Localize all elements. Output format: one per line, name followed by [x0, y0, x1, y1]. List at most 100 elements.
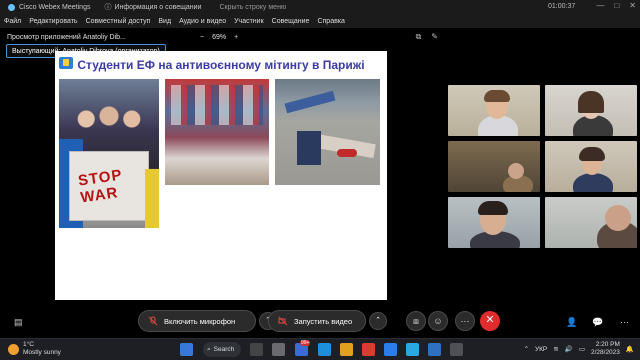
- zoom-controls: − 69% +: [200, 34, 238, 41]
- microphone-muted-icon: [148, 316, 158, 326]
- menu-bar: Файл Редактировать Совместный доступ Вид…: [0, 14, 640, 28]
- leave-meeting-button[interactable]: ✕: [480, 311, 500, 331]
- webex-logo-icon: [8, 3, 15, 11]
- menu-item-share[interactable]: Совместный доступ: [86, 18, 151, 25]
- menu-item-meeting[interactable]: Совещание: [272, 18, 310, 25]
- search-icon: ⌕: [207, 345, 211, 353]
- windows-taskbar: 1°C Mostly sunny ⌕ Search 99+ ⌃ УКР ≋ 🔊 …: [0, 338, 640, 360]
- participant-video-6[interactable]: [545, 197, 637, 248]
- weather-condition: Mostly sunny: [23, 349, 61, 356]
- menu-item-audio-video[interactable]: Аудио и видео: [179, 18, 226, 25]
- share-viewing-label[interactable]: Просмотр приложений Anatoliy Dib...: [0, 34, 126, 41]
- weather-text: 1°C Mostly sunny: [23, 341, 61, 357]
- info-icon: ⓘ: [104, 4, 112, 11]
- popout-icon[interactable]: ⧉: [416, 32, 422, 42]
- participant-video-2[interactable]: [545, 85, 637, 136]
- clock-time: 2:20 PM: [595, 341, 620, 348]
- slide-title: Студенти ЕФ на антивоєнному мітингу в Па…: [77, 58, 365, 72]
- app-name: Cisco Webex Meetings: [19, 3, 91, 11]
- language-indicator[interactable]: УКР: [535, 346, 547, 353]
- unmute-label: Включить микрофон: [164, 316, 236, 326]
- webex-taskbar-icon[interactable]: [428, 343, 441, 356]
- protesters-faces: [71, 104, 147, 134]
- share-header: Просмотр приложений Anatoliy Dib... − 69…: [0, 30, 446, 44]
- reactions-icon[interactable]: ☺: [428, 311, 448, 331]
- volume-icon[interactable]: 🔊: [565, 345, 573, 353]
- tray-chevron-icon[interactable]: ⌃: [524, 345, 529, 353]
- app-icon-2[interactable]: [384, 343, 397, 356]
- edge-icon[interactable]: [318, 343, 331, 356]
- participants-icon[interactable]: 👤: [566, 317, 577, 328]
- photo-crowd-with-signs: [165, 79, 269, 185]
- taskbar-clock[interactable]: 2:20 PM 2/28/2023: [591, 341, 620, 357]
- participant-video-5[interactable]: [448, 197, 540, 248]
- red-paint: [337, 149, 357, 157]
- video-off-icon: [278, 316, 288, 326]
- lying-protester-1: [284, 90, 336, 114]
- unmute-button[interactable]: Включить микрофон ⌃: [138, 310, 277, 332]
- annotate-icon[interactable]: ✎: [431, 32, 438, 42]
- menu-item-participant[interactable]: Участник: [234, 18, 264, 25]
- ground-poster: [297, 131, 321, 165]
- chat-icon[interactable]: 💬: [592, 317, 603, 328]
- telegram-icon[interactable]: [406, 343, 419, 356]
- maximize-icon[interactable]: □: [614, 1, 619, 10]
- more-options-icon[interactable]: ⋯: [455, 311, 475, 331]
- taskbar-search[interactable]: ⌕ Search: [203, 342, 241, 357]
- meeting-timer: 01:00:37: [548, 3, 576, 10]
- participant-hair: [484, 90, 510, 102]
- app-icon-1[interactable]: [272, 343, 285, 356]
- shared-slide: Студенти ЕФ на антивоєнному мітингу в Па…: [55, 51, 387, 300]
- sun-icon: [8, 343, 19, 355]
- menu-item-file[interactable]: Файл: [4, 18, 21, 25]
- photo-protesters-poster: STOP WAR: [59, 79, 159, 228]
- teams-icon[interactable]: 99+: [295, 340, 311, 356]
- weather-widget[interactable]: 1°C Mostly sunny: [8, 341, 61, 357]
- zoom-in-button[interactable]: +: [234, 34, 238, 41]
- participant-hair: [578, 91, 604, 113]
- participant-body: [573, 173, 613, 192]
- menu-item-view[interactable]: Вид: [158, 18, 171, 25]
- app-icon-3[interactable]: [450, 343, 463, 356]
- file-explorer-icon[interactable]: [340, 343, 353, 356]
- menu-item-help[interactable]: Справка: [317, 18, 344, 25]
- participant-face: [605, 205, 631, 231]
- participant-hair: [478, 201, 508, 215]
- search-label: Search: [213, 346, 235, 353]
- menu-item-edit[interactable]: Редактировать: [29, 18, 77, 25]
- more-panels-icon[interactable]: ⋯: [620, 317, 629, 328]
- close-icon[interactable]: ✕: [629, 1, 636, 10]
- video-options-chevron-icon[interactable]: ⌃: [369, 312, 387, 330]
- window-titlebar: Cisco Webex Meetings ⓘ Информация о сове…: [0, 0, 640, 14]
- participant-video-3[interactable]: [448, 141, 540, 192]
- meeting-info-button[interactable]: ⓘ Информация о совещании: [104, 2, 201, 12]
- flag-yellow: [145, 169, 159, 228]
- chrome-icon[interactable]: [362, 343, 375, 356]
- start-video-label: Запустить видео: [294, 316, 353, 326]
- participant-video-1[interactable]: [448, 85, 540, 136]
- window-controls: — □ ✕: [596, 1, 636, 10]
- share-content-icon[interactable]: ⧈: [406, 311, 426, 331]
- share-view-icons: ⧉ ✎: [416, 32, 438, 42]
- clock-date: 2/28/2023: [590, 349, 620, 356]
- task-view-icon[interactable]: [250, 343, 263, 356]
- hide-menu-bar-button[interactable]: Скрыть строку меню: [219, 4, 286, 11]
- zoom-level: 69%: [212, 33, 227, 41]
- start-video-button[interactable]: Запустить видео ⌃: [268, 310, 387, 332]
- app-title: Cisco Webex Meetings: [0, 3, 91, 11]
- temperature: 1°C: [23, 341, 34, 348]
- notifications-icon[interactable]: 🔔: [626, 345, 634, 353]
- participant-hair: [579, 147, 605, 161]
- photo-die-in-protest: [275, 79, 380, 185]
- meeting-info-label: Информация о совещании: [114, 3, 202, 11]
- participant-video-4[interactable]: [545, 141, 637, 192]
- notification-badge: 99+: [300, 340, 311, 346]
- start-icon[interactable]: [180, 343, 193, 356]
- wifi-icon[interactable]: ≋: [553, 345, 558, 353]
- crowd-signs: [171, 85, 263, 125]
- captions-icon[interactable]: ▤: [14, 317, 23, 328]
- participant-face: [508, 163, 524, 179]
- minimize-icon[interactable]: —: [596, 1, 604, 10]
- zoom-out-button[interactable]: −: [200, 34, 204, 41]
- battery-icon[interactable]: ▭: [579, 345, 585, 353]
